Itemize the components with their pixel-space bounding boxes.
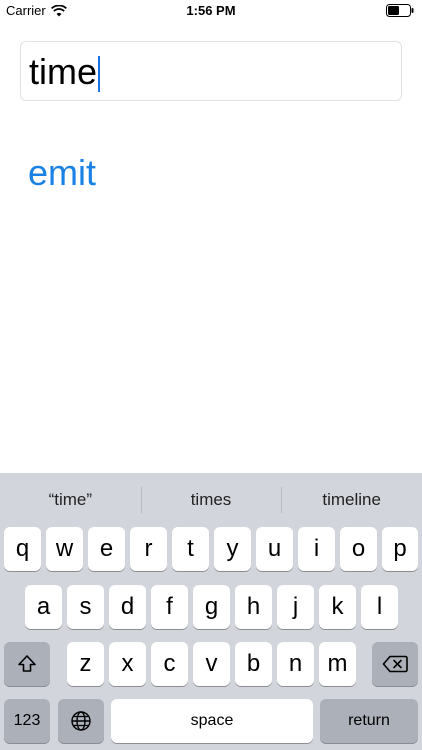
key-z[interactable]: z — [67, 642, 104, 686]
text-input-value: time — [29, 51, 98, 92]
suggestion-item[interactable]: times — [140, 473, 282, 527]
key-n[interactable]: n — [277, 642, 314, 686]
battery-icon — [386, 4, 414, 20]
suggestion-bar: “time” times timeline — [0, 473, 422, 527]
key-y[interactable]: y — [214, 527, 251, 571]
globe-icon — [71, 711, 91, 731]
delete-key[interactable] — [372, 642, 418, 686]
key-u[interactable]: u — [256, 527, 293, 571]
key-d[interactable]: d — [109, 585, 146, 629]
key-t[interactable]: t — [172, 527, 209, 571]
key-e[interactable]: e — [88, 527, 125, 571]
key-i[interactable]: i — [298, 527, 335, 571]
backspace-icon — [382, 655, 408, 673]
key-l[interactable]: l — [361, 585, 398, 629]
key-a[interactable]: a — [25, 585, 62, 629]
suggestion-item[interactable]: timeline — [281, 473, 422, 527]
key-m[interactable]: m — [319, 642, 356, 686]
key-s[interactable]: s — [67, 585, 104, 629]
key-j[interactable]: j — [277, 585, 314, 629]
shift-icon — [18, 655, 36, 672]
globe-key[interactable] — [58, 699, 104, 743]
key-w[interactable]: w — [46, 527, 83, 571]
status-time: 1:56 PM — [186, 3, 236, 18]
key-c[interactable]: c — [151, 642, 188, 686]
text-input[interactable]: time — [20, 41, 402, 101]
space-key[interactable]: space — [111, 699, 313, 743]
key-k[interactable]: k — [319, 585, 356, 629]
key-r[interactable]: r — [130, 527, 167, 571]
keyboard: “time” times timeline q w e r t y u i o … — [0, 473, 422, 750]
shift-key[interactable] — [4, 642, 50, 686]
key-v[interactable]: v — [193, 642, 230, 686]
key-g[interactable]: g — [193, 585, 230, 629]
emit-button[interactable]: emit — [28, 152, 96, 194]
key-x[interactable]: x — [109, 642, 146, 686]
status-bar: Carrier 1:56 PM — [0, 0, 422, 22]
key-p[interactable]: p — [382, 527, 418, 571]
key-f[interactable]: f — [151, 585, 188, 629]
key-h[interactable]: h — [235, 585, 272, 629]
key-o[interactable]: o — [340, 527, 377, 571]
key-q[interactable]: q — [4, 527, 41, 571]
key-b[interactable]: b — [235, 642, 272, 686]
text-cursor — [98, 56, 101, 93]
numbers-key[interactable]: 123 — [4, 699, 50, 743]
return-key[interactable]: return — [320, 699, 418, 743]
suggestion-item[interactable]: “time” — [0, 473, 141, 527]
